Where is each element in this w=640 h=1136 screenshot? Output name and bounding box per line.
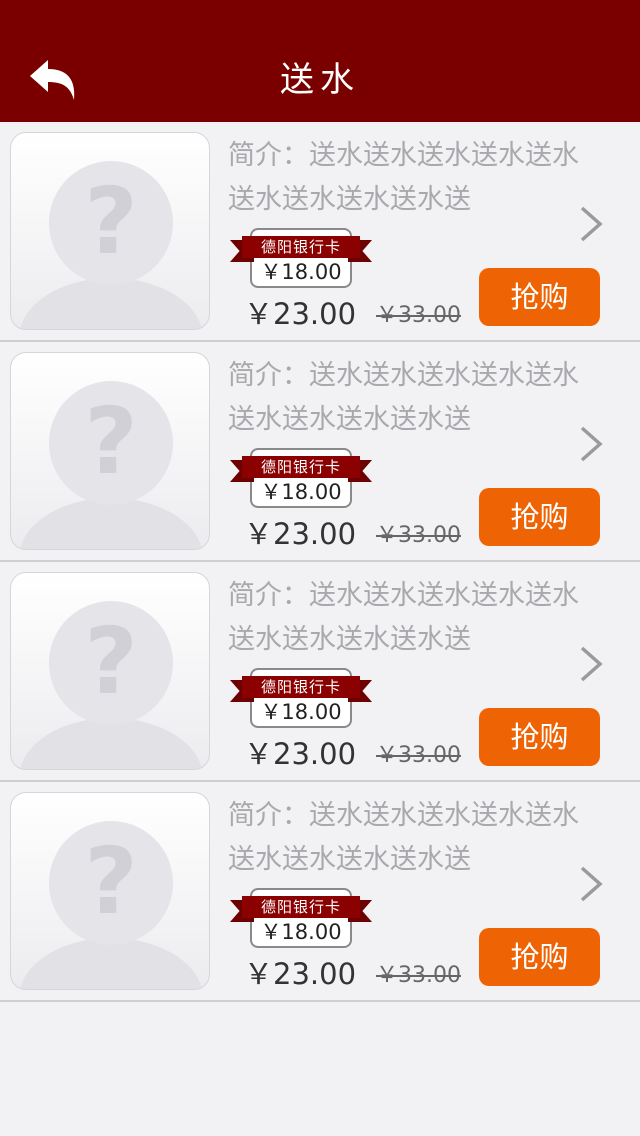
buy-button[interactable]: 抢购 (479, 488, 600, 546)
bank-card-price: ￥18.00 (260, 920, 342, 944)
top-bar: 送水 (0, 0, 640, 122)
original-price: ￥33.00 (376, 303, 461, 328)
placeholder-avatar-image: ? (10, 792, 210, 990)
original-price: ￥33.00 (376, 743, 461, 768)
page-title: 送水 (280, 60, 360, 100)
placeholder-avatar-image: ? (10, 352, 210, 550)
bank-card-label: 德阳银行卡 (242, 896, 360, 918)
product-description: 简介：送水送水送水送水送水送水送水送水送水送 (228, 360, 579, 435)
chevron-right-icon (580, 206, 603, 242)
product-row[interactable]: ? 简介：送水送水送水送水送水送水送水送水送水送 德阳银行卡 ￥18.00 ￥2… (0, 782, 640, 1002)
svg-text:?: ? (84, 828, 137, 935)
current-price: ￥23.00 (244, 957, 357, 991)
product-row[interactable]: ? 简介：送水送水送水送水送水送水送水送水送水送 德阳银行卡 ￥18.00 ￥2… (0, 342, 640, 562)
chevron-right-icon (580, 426, 603, 462)
bank-card-label: 德阳银行卡 (242, 236, 360, 258)
bank-card-price: ￥18.00 (260, 480, 342, 504)
placeholder-avatar-image: ? (10, 572, 210, 770)
buy-button[interactable]: 抢购 (479, 708, 600, 766)
bank-card-price-tag: 德阳银行卡 ￥18.00 (230, 668, 372, 728)
buy-button[interactable]: 抢购 (479, 928, 600, 986)
bank-card-price: ￥18.00 (260, 700, 342, 724)
chevron-right-icon (580, 866, 603, 902)
buy-button[interactable]: 抢购 (479, 268, 600, 326)
bank-card-label: 德阳银行卡 (242, 676, 360, 698)
bank-card-price-tag: 德阳银行卡 ￥18.00 (230, 888, 372, 948)
svg-text:?: ? (84, 388, 137, 495)
product-description: 简介：送水送水送水送水送水送水送水送水送水送 (228, 140, 579, 215)
bank-card-price: ￥18.00 (260, 260, 342, 284)
product-row[interactable]: ? 简介：送水送水送水送水送水送水送水送水送水送 德阳银行卡 ￥18.00 ￥2… (0, 562, 640, 782)
original-price: ￥33.00 (376, 523, 461, 548)
bank-card-price-tag: 德阳银行卡 ￥18.00 (230, 448, 372, 508)
product-description: 简介：送水送水送水送水送水送水送水送水送水送 (228, 580, 579, 655)
bank-card-label: 德阳银行卡 (242, 456, 360, 478)
svg-text:?: ? (84, 168, 137, 275)
product-description: 简介：送水送水送水送水送水送水送水送水送水送 (228, 800, 579, 875)
svg-text:?: ? (84, 608, 137, 715)
product-row[interactable]: ? 简介：送水送水送水送水送水送水送水送水送水送 德阳银行卡 ￥18.00 ￥2… (0, 122, 640, 342)
product-list: ? 简介：送水送水送水送水送水送水送水送水送水送 德阳银行卡 ￥18.00 ￥2… (0, 122, 640, 1002)
original-price: ￥33.00 (376, 963, 461, 988)
bank-card-price-tag: 德阳银行卡 ￥18.00 (230, 228, 372, 288)
current-price: ￥23.00 (244, 517, 357, 551)
current-price: ￥23.00 (244, 297, 357, 331)
placeholder-avatar-image: ? (10, 132, 210, 330)
current-price: ￥23.00 (244, 737, 357, 771)
chevron-right-icon (580, 646, 603, 682)
